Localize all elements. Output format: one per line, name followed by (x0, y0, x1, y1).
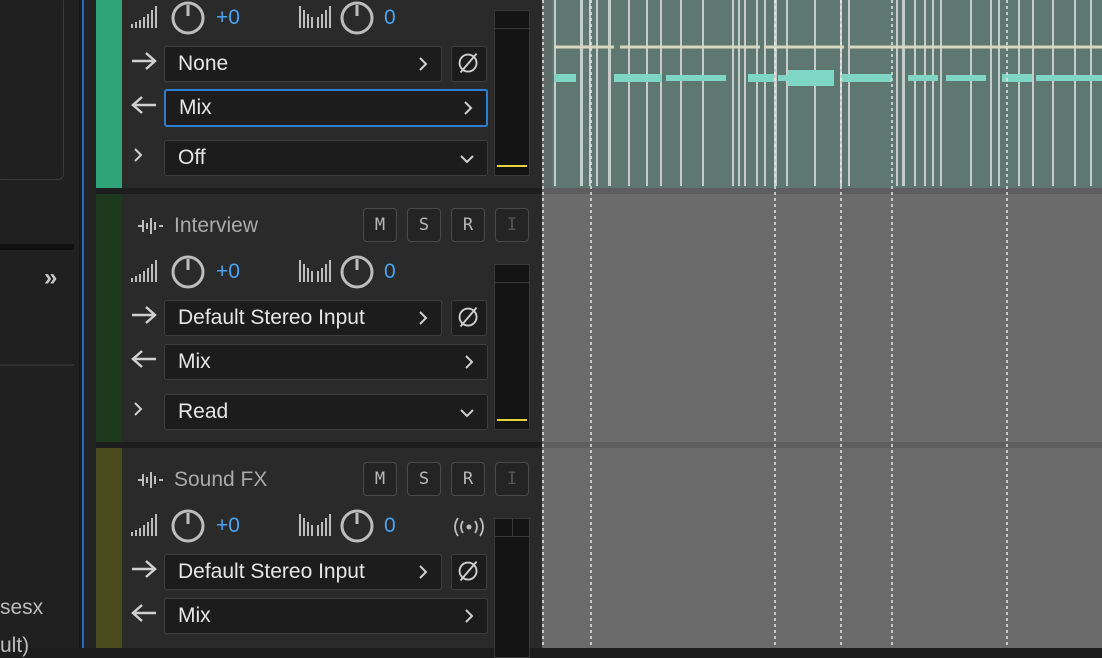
input-select-label: Default Stereo Input (178, 306, 365, 329)
pan-icon (299, 514, 331, 536)
track-name-row: Sound FX (136, 465, 267, 495)
waveform-icon (138, 472, 163, 488)
track-header: +0 0 None Mix Off (96, 0, 542, 188)
waveform-icon (138, 218, 163, 234)
panel-divider (0, 364, 74, 366)
volume-knob[interactable] (170, 254, 206, 290)
track-color-strip (96, 194, 122, 442)
pan-icon (299, 260, 331, 282)
chevron-right-icon (464, 101, 473, 115)
input-arrow-icon (132, 306, 157, 324)
input-arrow-icon (132, 560, 157, 578)
record-arm-button[interactable]: R (451, 208, 485, 242)
meter-clip-indicator (495, 265, 529, 283)
output-arrow-icon (131, 96, 156, 114)
phase-invert-button[interactable] (451, 46, 487, 82)
level-meter (494, 264, 530, 430)
input-select-label: None (178, 52, 229, 75)
volume-value[interactable]: +0 (216, 260, 240, 284)
solo-button[interactable]: S (407, 208, 441, 242)
chevron-down-icon (460, 409, 474, 418)
input-select[interactable]: Default Stereo Input (164, 300, 442, 336)
clip-edit-markers (554, 0, 1092, 186)
phase-invert-button[interactable] (451, 300, 487, 336)
meter-channel-divider (512, 519, 513, 537)
level-meter (494, 518, 530, 658)
volume-icon (131, 514, 157, 536)
phase-invert-button[interactable] (451, 554, 487, 590)
output-arrow-icon (131, 604, 156, 622)
input-arrow-icon (132, 52, 157, 70)
level-meter (494, 10, 530, 176)
track-name[interactable]: Interview (174, 214, 258, 238)
volume-value[interactable]: +0 (216, 6, 240, 30)
pan-icon (299, 6, 331, 28)
record-arm-button[interactable]: R (451, 462, 485, 496)
mute-button[interactable]: M (363, 208, 397, 242)
automation-mode-select[interactable]: Read (164, 394, 488, 430)
volume-knob[interactable] (170, 508, 206, 544)
solo-button[interactable]: S (407, 462, 441, 496)
track-header: Sound FX M S R I +0 0 Default Stereo Inp… (96, 448, 542, 658)
output-select[interactable]: Mix (164, 344, 488, 380)
input-select[interactable]: Default Stereo Input (164, 554, 442, 590)
panel-divider (0, 244, 74, 250)
session-file-sub: ult) (0, 634, 30, 657)
chevron-right-icon (465, 609, 474, 623)
chevron-right-icon (419, 311, 428, 325)
track-name[interactable]: Sound FX (174, 468, 267, 492)
chevron-down-icon (460, 155, 474, 164)
phase-icon (458, 306, 478, 328)
automation-expand-icon[interactable] (130, 401, 146, 417)
expand-panel-button[interactable]: » (44, 266, 68, 290)
mute-button[interactable]: M (363, 462, 397, 496)
track-color-strip (96, 0, 122, 188)
automation-mode-label: Off (178, 146, 206, 169)
volume-knob[interactable] (170, 0, 206, 36)
input-select[interactable]: None (164, 46, 442, 82)
session-file-name[interactable]: sesx (0, 596, 43, 620)
meter-peak-line (497, 419, 527, 421)
automation-mode-label: Read (178, 400, 229, 423)
chevron-right-icon (419, 565, 428, 579)
pan-knob[interactable] (339, 0, 375, 36)
files-panel: » sesx ult) (0, 0, 80, 657)
phase-icon (458, 560, 478, 582)
pan-knob[interactable] (339, 254, 375, 290)
broadcast-icon[interactable] (452, 516, 486, 538)
pan-value[interactable]: 0 (384, 514, 396, 538)
pan-value[interactable]: 0 (384, 260, 396, 284)
output-select[interactable]: Mix (164, 598, 488, 634)
output-arrow-icon (131, 350, 156, 368)
track-separator (542, 442, 1102, 448)
input-select-label: Default Stereo Input (178, 560, 365, 583)
timeline-overlay (542, 0, 1102, 648)
automation-mode-select[interactable]: Off (164, 140, 488, 176)
marker-lines (542, 0, 1008, 648)
output-select-label: Mix (178, 604, 211, 627)
chevron-right-icon (465, 355, 474, 369)
automation-expand-icon[interactable] (130, 147, 146, 163)
track-name-row: Interview (136, 211, 258, 241)
panel-frame (0, 0, 64, 180)
pan-value[interactable]: 0 (384, 6, 396, 30)
track-color-strip (96, 448, 122, 648)
track-separator (542, 188, 1102, 194)
track-header: Interview M S R I +0 0 Default Stereo In… (96, 194, 542, 442)
input-monitor-button[interactable]: I (495, 208, 529, 242)
chevron-right-icon (419, 57, 428, 71)
volume-value[interactable]: +0 (216, 514, 240, 538)
meter-clip-indicator (495, 11, 529, 29)
output-select-label: Mix (179, 96, 212, 119)
pan-knob[interactable] (339, 508, 375, 544)
volume-icon (131, 6, 157, 28)
meter-peak-line (497, 165, 527, 167)
phase-icon (458, 52, 478, 74)
output-select[interactable]: Mix (164, 89, 488, 127)
track-gutter (84, 0, 96, 648)
output-select-label: Mix (178, 350, 211, 373)
input-monitor-button[interactable]: I (495, 462, 529, 496)
volume-icon (131, 260, 157, 282)
